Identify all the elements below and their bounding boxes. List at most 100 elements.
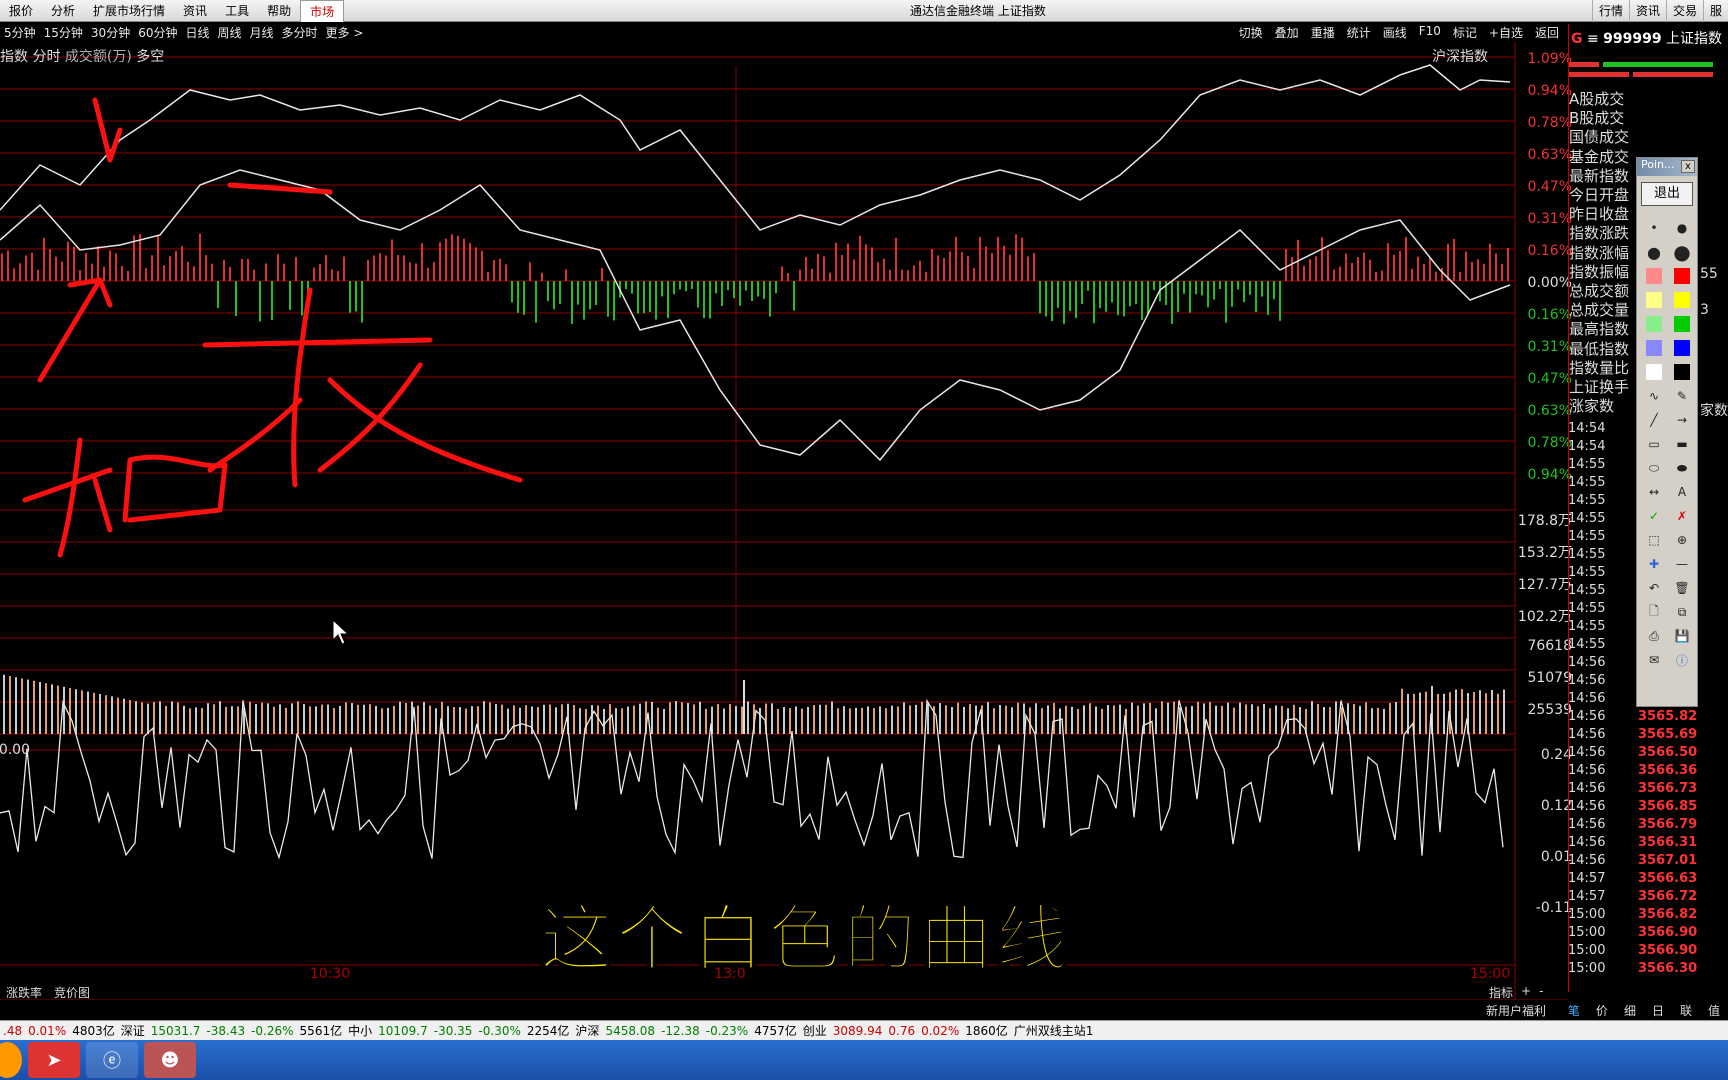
taskbar-app-red-icon[interactable]: ➤ xyxy=(28,1042,80,1078)
price-axis-label: 0.16% xyxy=(1527,307,1572,323)
arrow-down-annotation xyxy=(92,97,123,163)
trash-icon[interactable]: 🗑 xyxy=(1669,578,1695,598)
save-icon[interactable]: 💾 xyxy=(1669,626,1695,646)
price-axis-label: 0.31% xyxy=(1527,339,1572,355)
tick-row: 14:56 3566.31 xyxy=(1568,834,1697,852)
tick-price: 3566.82 xyxy=(1638,907,1698,922)
status-item: -0.30% xyxy=(478,1023,521,1038)
exit-button[interactable]: 退出 xyxy=(1641,182,1693,206)
pencil-icon[interactable]: ✎ xyxy=(1669,386,1695,406)
status-item: 0.01% xyxy=(28,1023,67,1038)
tick-time: 15:00 xyxy=(1568,943,1606,958)
tick-time: 14:54 xyxy=(1568,439,1606,454)
medium-dot-icon[interactable]: ● xyxy=(1669,218,1695,238)
plus-icon[interactable]: ✚ xyxy=(1641,554,1667,574)
rectangle-icon[interactable]: ▭ xyxy=(1641,434,1667,454)
tick-time: 14:56 xyxy=(1568,673,1606,688)
tab-auction-chart[interactable]: 竞价图 xyxy=(48,984,96,1002)
color-light-green-swatch[interactable] xyxy=(1641,314,1667,334)
tab-change-rate[interactable]: 涨跌率 xyxy=(0,984,48,1002)
check-icon[interactable]: ✓ xyxy=(1641,506,1667,526)
color-light-blue-swatch[interactable] xyxy=(1641,338,1667,358)
xlarge-dot-icon[interactable]: ● xyxy=(1669,240,1695,264)
menu-lines-icon[interactable]: ≡ xyxy=(1587,31,1599,47)
tick-time: 14:55 xyxy=(1568,547,1606,562)
tick-price: 3566.31 xyxy=(1638,835,1698,850)
chart-canvas[interactable] xyxy=(0,0,1728,1000)
status-item: 2254亿 xyxy=(526,1024,570,1038)
tick-time: 14:55 xyxy=(1568,493,1606,508)
info-icon[interactable]: ⓘ xyxy=(1669,650,1695,670)
indicator-button[interactable]: 指标 xyxy=(1485,984,1517,1001)
panel-label: 今日开盘 xyxy=(1569,186,1630,205)
tick-time: 14:56 xyxy=(1568,799,1606,814)
panel-name: 上证指数 xyxy=(1666,31,1723,47)
tick-price: 3565.82 xyxy=(1638,709,1698,724)
color-pink-swatch[interactable] xyxy=(1641,266,1667,286)
color-red-swatch[interactable] xyxy=(1669,266,1695,286)
tick-price: 3566.50 xyxy=(1638,745,1698,760)
arrow-line-icon[interactable]: → xyxy=(1669,410,1695,430)
tool-window-close-button[interactable]: x xyxy=(1681,160,1695,173)
tick-time: 15:00 xyxy=(1568,925,1606,940)
text-icon[interactable]: A xyxy=(1669,482,1695,502)
tool-window-titlebar[interactable]: Poin... x xyxy=(1637,158,1697,176)
indicator-add-button[interactable]: + xyxy=(1517,984,1535,1001)
ie-browser-icon[interactable]: ⓔ xyxy=(86,1042,138,1078)
tick-row: 14:56 3567.01 xyxy=(1568,852,1697,870)
legend-amount: 成交额(万) xyxy=(64,49,132,65)
status-item: 4803亿 xyxy=(72,1024,115,1038)
minus-icon[interactable]: — xyxy=(1669,554,1695,574)
indicator-remove-button[interactable]: - xyxy=(1535,984,1547,1001)
video-subtitle: 这个白色的曲线 xyxy=(539,896,1073,982)
start-button[interactable] xyxy=(0,1042,22,1078)
tick-time: 15:00 xyxy=(1568,961,1606,976)
taskbar-app-avatar-icon[interactable]: ☻ xyxy=(144,1042,196,1078)
zoom-in-icon[interactable]: ⊕ xyxy=(1669,530,1695,550)
copy-icon[interactable]: ⧉ xyxy=(1669,602,1695,622)
status-item: 4757亿 xyxy=(754,1024,797,1038)
tick-row: 15:00 3566.30 xyxy=(1568,960,1697,978)
filled-rectangle-icon[interactable]: ▬ xyxy=(1669,434,1695,454)
tick-time: 14:56 xyxy=(1568,763,1606,778)
volume-axis-label: 178.8万 xyxy=(1517,513,1572,529)
large-dot-icon[interactable]: ● xyxy=(1641,242,1667,262)
ratio-bar-red-1 xyxy=(1569,62,1599,67)
curve-pen-icon[interactable]: ∿ xyxy=(1641,386,1667,406)
osc-axis-label: 0.24 xyxy=(1540,747,1572,763)
ellipse-icon[interactable]: ⬭ xyxy=(1641,458,1667,478)
new-page-icon[interactable]: 🗋 xyxy=(1641,602,1667,622)
color-green-swatch[interactable] xyxy=(1669,314,1695,334)
filled-ellipse-icon[interactable]: ⬬ xyxy=(1669,458,1695,478)
panel-code: 999999 xyxy=(1603,31,1662,47)
ratio-bar-red-2 xyxy=(1569,72,1629,77)
cross-icon[interactable]: ✗ xyxy=(1669,506,1695,526)
select-area-icon[interactable]: ⬚ xyxy=(1641,530,1667,550)
tick-price: 3567.01 xyxy=(1638,853,1698,868)
small-dot-icon[interactable]: • xyxy=(1641,218,1667,238)
undo-icon[interactable]: ↶ xyxy=(1641,578,1667,598)
color-light-yellow-swatch[interactable] xyxy=(1641,290,1667,310)
color-black-swatch[interactable] xyxy=(1669,362,1695,382)
price-axis-label: 0.31% xyxy=(1527,211,1572,227)
volume-axis-label: 127.7万 xyxy=(1517,577,1572,593)
print-icon[interactable]: ⎙ xyxy=(1641,626,1667,646)
color-white-swatch[interactable] xyxy=(1641,362,1667,382)
price-axis-label: 0.16% xyxy=(1527,243,1572,259)
bottom-tabs: 涨跌率 竞价图 xyxy=(0,984,96,1002)
volume-axis-label: 102.2万 xyxy=(1517,609,1572,625)
price-axis-label: 0.94% xyxy=(1527,83,1572,99)
color-blue-swatch[interactable] xyxy=(1669,338,1695,358)
tick-time: 14:55 xyxy=(1568,601,1606,616)
mail-icon[interactable]: ✉ xyxy=(1641,650,1667,670)
price-axis-label: 0.47% xyxy=(1527,179,1572,195)
tick-row: 14:56 3565.82 xyxy=(1568,708,1697,726)
line-icon[interactable]: ╱ xyxy=(1641,410,1667,430)
arrow-up-annotation xyxy=(37,277,113,383)
double-arrow-icon[interactable]: ↔ xyxy=(1641,482,1667,502)
drawing-tool-window[interactable]: Poin... x 退出 • ● ● ● ∿ ✎ ╱ → ▭ ▬ ⬭ ⬬ ↔ A… xyxy=(1636,157,1698,707)
tick-row: 15:00 3566.90 xyxy=(1568,924,1697,942)
panel-label: 指数量比 xyxy=(1569,358,1630,377)
panel-label: 最低指数 xyxy=(1569,339,1630,358)
color-yellow-swatch[interactable] xyxy=(1669,290,1695,310)
